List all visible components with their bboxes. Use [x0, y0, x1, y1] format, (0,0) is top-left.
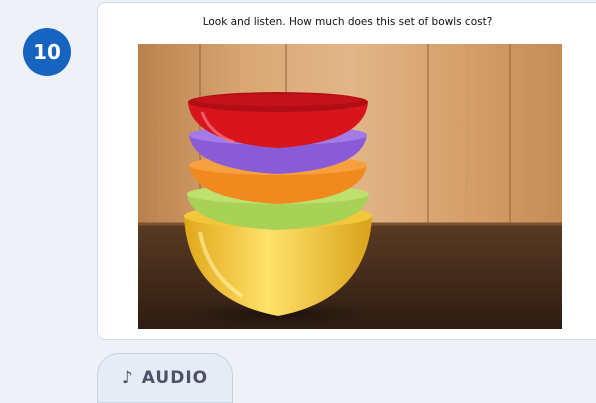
audio-button-label: AUDIO: [141, 368, 209, 388]
audio-button[interactable]: ♪ AUDIO: [97, 353, 233, 403]
music-note-icon: ♪: [121, 368, 134, 388]
question-number-badge: 10: [23, 28, 71, 76]
question-card: Look and listen. How much does this set …: [97, 2, 596, 340]
question-prompt: Look and listen. How much does this set …: [202, 16, 493, 28]
bowls-photo: [138, 44, 562, 329]
question-rail: 10: [0, 0, 96, 403]
bowls-illustration: [138, 44, 562, 329]
